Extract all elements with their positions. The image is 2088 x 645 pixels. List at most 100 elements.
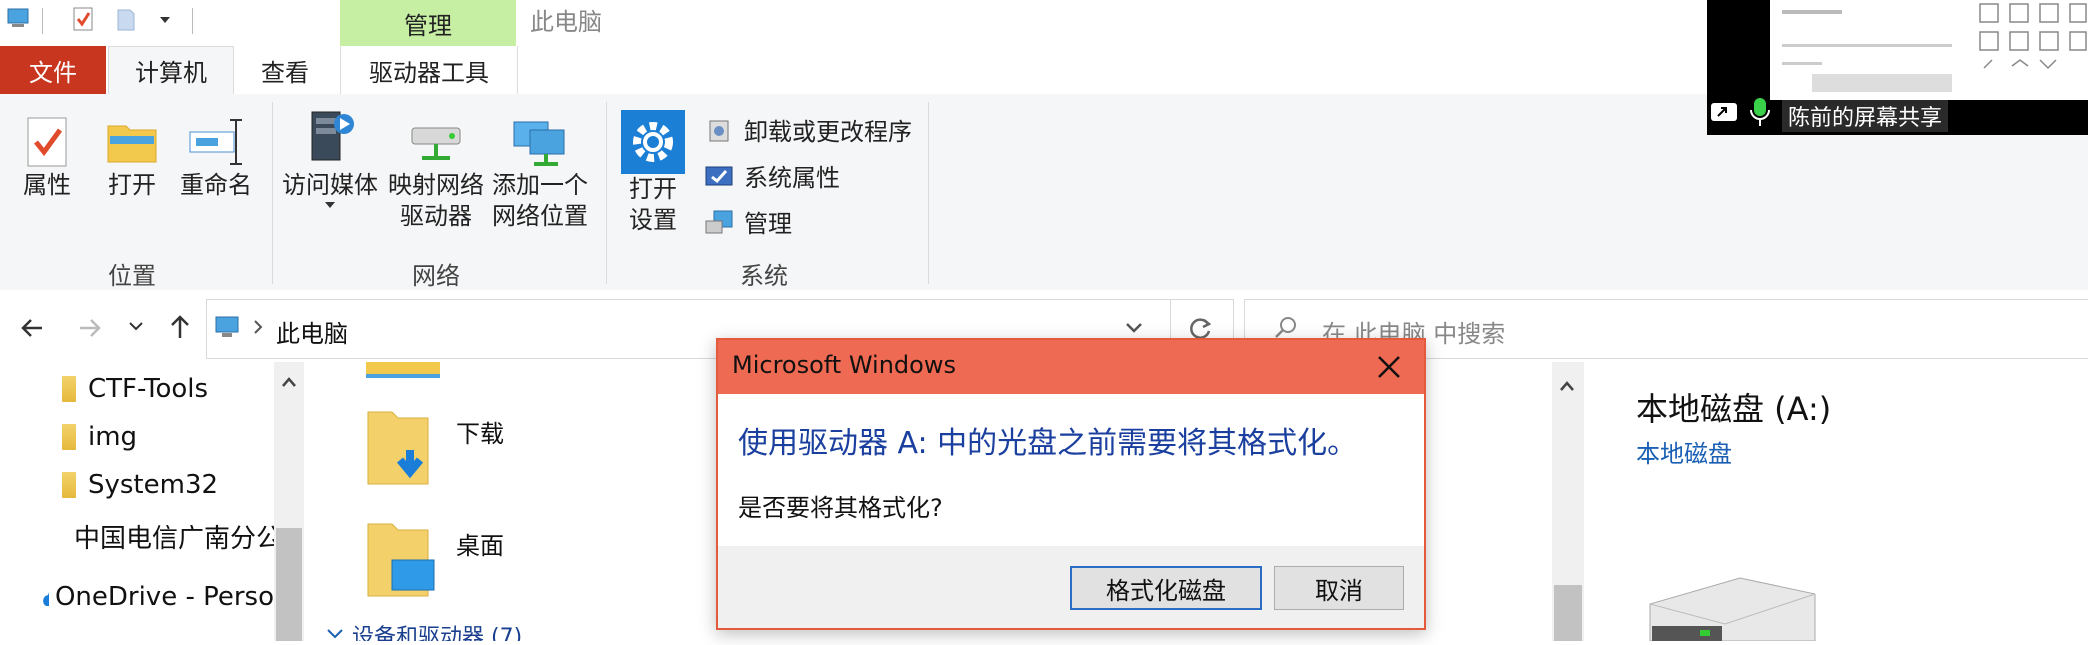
address-dropdown-chevron-icon[interactable] [1124,320,1144,340]
rename-button[interactable]: 重命名 [176,114,256,201]
sidebar-item-ctf-tools[interactable]: CTF-Tools [62,374,208,404]
access-media-button[interactable]: 访问媒体 [282,106,378,209]
system-properties-label: 系统属性 [744,164,840,192]
tab-file[interactable]: 文件 [0,46,106,94]
details-title: 本地磁盘 (A:) [1636,390,1832,428]
downloads-folder-icon [367,411,429,485]
tab-computer[interactable]: 计算机 [108,46,234,94]
onedrive-cloud-icon [43,592,49,606]
open-settings-label-2: 设置 [629,206,677,234]
gear-icon [621,110,685,174]
chevron-down-icon[interactable] [152,6,178,32]
sidebar-scrollbar-thumb[interactable] [276,528,302,641]
network-location-icon [513,121,565,166]
manage-label: 管理 [744,210,792,238]
section-header-devices[interactable]: 设备和驱动器 (7) [326,624,586,641]
back-arrow-icon[interactable] [18,314,46,346]
forward-arrow-icon[interactable] [76,314,104,346]
add-network-location-button[interactable]: 添加一个 网络位置 [490,114,590,232]
system-properties-button[interactable]: 系统属性 [704,158,840,193]
ribbon-group-separator [928,102,929,284]
chevron-down-icon [327,629,343,639]
rename-label: 重命名 [180,171,252,199]
folder-icon [62,424,76,450]
content-scrollbar-thumb[interactable] [1554,585,1582,641]
sidebar-item-label: CTF-Tools [88,374,209,404]
sidebar-item-label: System32 [88,470,219,500]
cancel-button[interactable]: 取消 [1274,566,1404,610]
network-drive-icon [411,127,461,160]
open-settings-button[interactable]: 打开 设置 [620,110,686,236]
scroll-up-chevron-icon[interactable] [1558,378,1576,397]
ribbon-group-separator [606,102,607,284]
access-media-label: 访问媒体 [282,171,378,199]
share-screen-icon[interactable] [1708,98,1740,130]
sidebar-item-system32[interactable]: System32 [62,470,218,500]
properties-icon[interactable] [70,6,96,32]
chevron-right-icon[interactable] [252,318,264,340]
screen-share-icon-grid [1976,0,2088,100]
properties-label: 属性 [23,171,71,199]
address-path[interactable]: 此电脑 [276,314,348,349]
screen-share-label: 陈前的屏幕共享 [1782,100,1949,132]
tab-manage[interactable]: 管理 [340,0,516,46]
uninstall-label: 卸载或更改程序 [744,118,912,146]
dialog-body [718,394,1424,546]
open-label: 打开 [108,171,156,199]
rename-icon [189,119,242,165]
quick-access-separator [42,8,43,34]
sidebar-item-telecom-folder[interactable]: 中国电信广南分公 [62,518,274,555]
sidebar-item-label: img [88,422,138,452]
computer-icon [214,314,242,344]
manage-button[interactable]: 管理 [704,204,792,239]
up-arrow-icon[interactable] [166,312,194,344]
open-button[interactable]: 打开 [100,114,164,201]
folder-icon [62,472,76,498]
sidebar-item-onedrive[interactable]: OneDrive - Perso [40,582,274,612]
computer-icon[interactable] [6,6,32,32]
map-network-drive-button[interactable]: 映射网络 驱动器 [386,114,486,232]
open-settings-label-1: 打开 [629,175,677,203]
list-item-downloads[interactable] [362,406,442,494]
chevron-down-icon [325,202,335,208]
section-header-label: 设备和驱动器 (7) [352,625,523,641]
desktop-folder-icon [367,523,435,597]
sidebar-item-label: 中国电信广南分公 [74,524,274,554]
ribbon-group-separator [272,102,273,284]
folder-icon [62,376,76,402]
tab-view[interactable]: 查看 [240,46,330,94]
add-location-label-2: 网络位置 [492,202,588,230]
recent-locations-chevron-icon[interactable] [128,318,144,338]
location-group-label: 位置 [108,262,156,290]
microphone-icon[interactable] [1748,96,1772,132]
hard-drive-icon [1640,574,1820,645]
sidebar-item-label: OneDrive - Perso [54,582,274,612]
folder-icon [366,362,440,378]
close-icon[interactable] [1374,352,1404,386]
quick-access-separator [192,8,193,34]
format-disk-button[interactable]: 格式化磁盘 [1070,566,1262,610]
uninstall-icon [709,120,729,141]
system-properties-icon [705,166,733,185]
uninstall-button[interactable]: 卸载或更改程序 [704,112,912,147]
media-server-icon [311,111,354,161]
computer-management-icon [705,210,733,233]
tab-drive-tools[interactable]: 驱动器工具 [340,46,518,94]
sidebar-item-img[interactable]: img [62,422,137,452]
list-item-label[interactable]: 桌面 [456,526,504,561]
dialog-headline: 使用驱动器 A: 中的光盘之前需要将其格式化。 [738,426,1358,461]
network-group-label: 网络 [412,262,460,290]
dialog-question: 是否要将其格式化? [738,494,943,522]
properties-button[interactable]: 属性 [14,114,80,201]
map-drive-label-1: 映射网络 [388,171,484,199]
dialog-title: Microsoft Windows [732,351,956,379]
system-group-label: 系统 [740,262,788,290]
new-folder-icon[interactable] [114,6,140,32]
screen-share-document-lines [1782,10,1952,92]
details-subtitle: 本地磁盘 [1636,440,1732,468]
list-item-label[interactable]: 下载 [456,414,504,449]
scroll-up-chevron-icon[interactable] [280,374,298,393]
list-item-desktop[interactable] [362,518,442,606]
properties-icon [27,117,67,167]
folder-open-icon [107,125,157,163]
